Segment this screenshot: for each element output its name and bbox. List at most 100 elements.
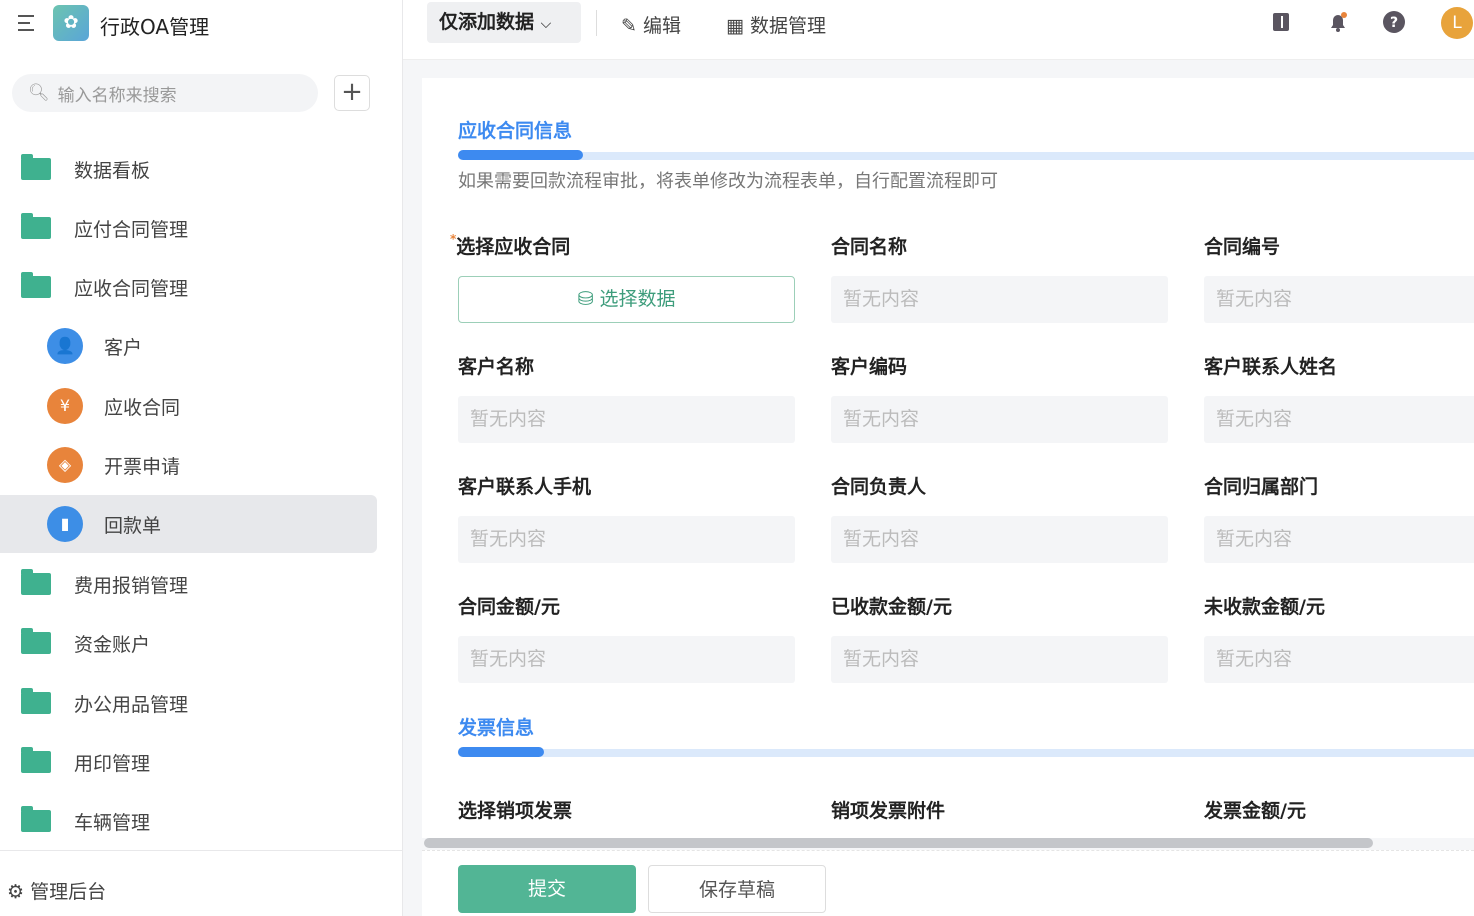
folder-icon (21, 806, 51, 832)
field-input: 暂无内容 (831, 276, 1168, 323)
admin-link[interactable]: ⚙ 管理后台 (7, 877, 106, 904)
horizontal-scrollbar[interactable] (424, 838, 1373, 848)
field-label: 客户名称 (458, 356, 535, 378)
sidebar-item-label: 应付合同管理 (74, 218, 189, 241)
form-field: 客户联系人手机暂无内容 (458, 472, 795, 563)
field-input: 暂无内容 (831, 396, 1168, 443)
data-manage-button[interactable]: ▦ 数据管理 (726, 11, 826, 38)
sidebar-item[interactable]: 车辆管理 (0, 792, 377, 850)
field-label: 客户联系人手机 (458, 476, 592, 498)
sidebar-item[interactable]: 办公用品管理 (0, 674, 377, 732)
gear-icon: ⚙ (7, 881, 25, 903)
field-placeholder: 暂无内容 (843, 408, 920, 430)
field-input: 暂无内容 (831, 516, 1168, 563)
divider (596, 10, 597, 36)
field-label: 发票金额/元 (1204, 800, 1306, 822)
chevron-down-icon: ⌵ (540, 16, 552, 32)
sidebar-item[interactable]: ¥ 应收合同 (0, 377, 377, 435)
sidebar-item[interactable]: 资金账户 (0, 614, 377, 672)
sidebar-item[interactable]: 费用报销管理 (0, 555, 377, 613)
field-select-contract: *选择应收合同 ⛁ 选择数据 (450, 232, 795, 323)
save-draft-button[interactable]: 保存草稿 (648, 865, 826, 913)
field-label: 客户编码 (831, 356, 908, 378)
topbar: 仅添加数据 ⌵ ✎ 编辑 ▦ 数据管理 ? L (403, 0, 1474, 60)
submit-button[interactable]: 提交 (458, 865, 636, 913)
form-field: 合同归属部门 暂无内容 (1204, 472, 1474, 563)
sidebar: ✿ 行政OA管理 🔍︎ 输入名称来搜索 + 数据看板应付合同管理 应收合同管理 👤 客… (0, 0, 403, 916)
field-label: 合同负责人 (831, 476, 927, 498)
sidebar-item-label: 费用报销管理 (74, 574, 189, 597)
folder-icon (21, 747, 51, 773)
field-placeholder: 暂无内容 (843, 648, 920, 670)
edit-button[interactable]: ✎ 编辑 (621, 11, 681, 38)
sidebar-item[interactable]: ▮ 回款单 (0, 495, 377, 553)
form-field: 合同负责人 暂无内容 (831, 472, 1168, 563)
sidebar-item-label: 客户 (104, 336, 143, 359)
sidebar-item[interactable]: ◈ 开票申请 (0, 436, 377, 494)
form-field: 客户名称暂无内容 (458, 352, 795, 443)
avatar[interactable]: L (1441, 7, 1473, 39)
field-placeholder: 暂无内容 (470, 648, 547, 670)
sidebar-item[interactable]: 应收合同管理 (0, 258, 377, 316)
app-logo: ✿ (53, 5, 89, 41)
pencil-icon: ✎ (621, 15, 637, 37)
field-label: *选择应收合同 (450, 232, 795, 258)
form-field: 合同编号 暂无内容 (1204, 232, 1474, 323)
section-bar (458, 150, 1474, 160)
field-label: 合同金额/元 (458, 596, 560, 618)
menu-item-icon: ¥ (47, 388, 83, 424)
form-field: 客户编码暂无内容 (831, 352, 1168, 443)
field-input: 暂无内容 (1204, 396, 1474, 443)
select-data-button[interactable]: ⛁ 选择数据 (458, 276, 795, 323)
label-text: 选择应收合同 (456, 236, 571, 258)
folder-icon (21, 154, 51, 180)
svg-text:?: ? (1390, 15, 1398, 31)
mode-label: 仅添加数据 (439, 11, 535, 33)
folder-icon (21, 213, 51, 239)
menu-icon[interactable] (16, 12, 38, 34)
sidebar-footer: ⚙ 管理后台 (0, 850, 402, 916)
sidebar-item[interactable]: 应付合同管理 (0, 199, 377, 257)
folder-icon (21, 628, 51, 654)
help-icon[interactable]: ? (1382, 10, 1406, 34)
bell-icon[interactable] (1326, 10, 1350, 34)
field-label: 已收款金额/元 (831, 596, 952, 618)
menu-item-icon: ◈ (47, 447, 83, 483)
mode-dropdown[interactable]: 仅添加数据 ⌵ (427, 2, 581, 43)
form-card: 应收合同信息 如果需要回款流程审批，将表单修改为流程表单，自行配置流程即可 *选… (422, 78, 1474, 838)
sidebar-item[interactable]: 数据看板 (0, 140, 377, 198)
search-placeholder: 输入名称来搜索 (57, 85, 177, 106)
sidebar-item[interactable]: 用印管理 (0, 733, 377, 791)
table-icon: ▦ (726, 15, 744, 37)
field-input: 暂无内容 (458, 516, 795, 563)
sidebar-item[interactable]: 👤 客户 (0, 317, 377, 375)
sidebar-item-label: 资金账户 (74, 633, 151, 656)
field-placeholder: 暂无内容 (1216, 288, 1293, 310)
field-input: 暂无内容 (1204, 516, 1474, 563)
add-button[interactable]: + (334, 75, 370, 111)
field-placeholder: 暂无内容 (1216, 648, 1293, 670)
search-input[interactable]: 🔍︎ 输入名称来搜索 (12, 74, 318, 112)
field-placeholder: 暂无内容 (470, 408, 547, 430)
form-footer: 提交 保存草稿 (422, 850, 1474, 916)
folder-icon (21, 272, 51, 298)
field-placeholder: 暂无内容 (470, 528, 547, 550)
sidebar-item-label: 车辆管理 (74, 811, 151, 834)
field-label: 客户联系人姓名 (1204, 356, 1338, 378)
sidebar-item-label: 办公用品管理 (74, 693, 189, 716)
form-field: 已收款金额/元暂无内容 (831, 592, 1168, 683)
menu-item-icon: 👤 (47, 328, 83, 364)
invoice-field: 发票金额/元 (1204, 796, 1474, 838)
form-field: 客户联系人姓名暂无内容 (1204, 352, 1474, 443)
sidebar-item-label: 开票申请 (104, 455, 181, 478)
app-title: 行政OA管理 (100, 15, 210, 39)
field-label: 选择销项发票 (458, 800, 573, 822)
select-data-label: 选择数据 (599, 288, 676, 310)
field-label: 未收款金额/元 (1204, 596, 1325, 618)
notebook-icon[interactable] (1269, 10, 1293, 34)
form-field: 未收款金额/元暂无内容 (1204, 592, 1474, 683)
field-input: 暂无内容 (831, 636, 1168, 683)
field-input: 暂无内容 (458, 396, 795, 443)
sidebar-item-label: 应收合同管理 (74, 277, 189, 300)
field-label: 合同名称 (831, 236, 908, 258)
